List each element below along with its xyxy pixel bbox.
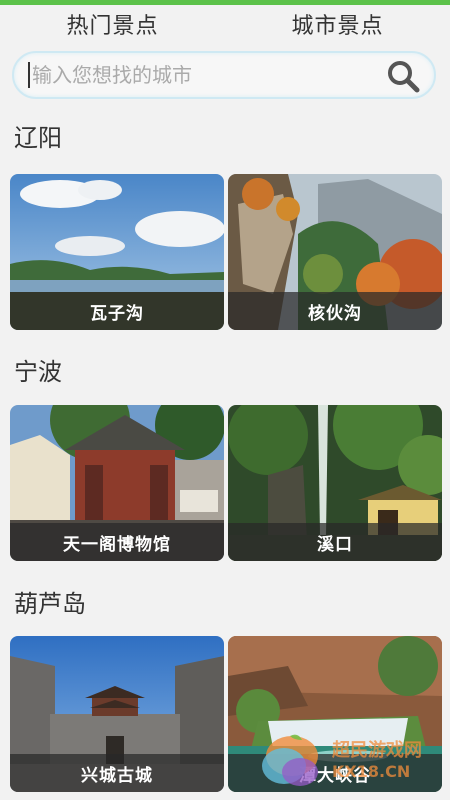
tab-city-attractions[interactable]: 城市景点 <box>225 5 450 43</box>
attraction-card[interactable]: 天一阁博物馆 <box>10 405 224 561</box>
card-caption: 瓦子沟 <box>10 292 224 330</box>
watermark-text: 超民游戏网 <box>332 740 422 761</box>
attraction-card[interactable]: 溪口 <box>228 405 442 561</box>
attraction-card[interactable]: 瓦子沟 <box>10 174 224 330</box>
card-caption: 兴城古城 <box>10 754 224 792</box>
card-caption: 天一阁博物馆 <box>10 523 224 561</box>
watermark: 超民游戏网 KX18.CN <box>252 734 442 790</box>
search-input[interactable] <box>28 62 368 88</box>
tab-hot-attractions[interactable]: 热门景点 <box>0 5 225 43</box>
card-caption: 核伙沟 <box>228 292 442 330</box>
section-title-huludao: 葫芦岛 <box>14 590 86 618</box>
watermark-url: KX18.CN <box>332 762 411 781</box>
section-title-ningbo: 宁波 <box>14 358 62 386</box>
search-icon[interactable] <box>386 59 420 93</box>
section-title-liaoyang: 辽阳 <box>14 124 62 152</box>
attraction-card[interactable]: 核伙沟 <box>228 174 442 330</box>
card-caption: 溪口 <box>228 523 442 561</box>
search-bar <box>12 51 436 99</box>
tab-bar: 热门景点 城市景点 <box>0 5 450 43</box>
attraction-card[interactable]: 兴城古城 <box>10 636 224 792</box>
watermark-logo-icon <box>262 734 318 786</box>
